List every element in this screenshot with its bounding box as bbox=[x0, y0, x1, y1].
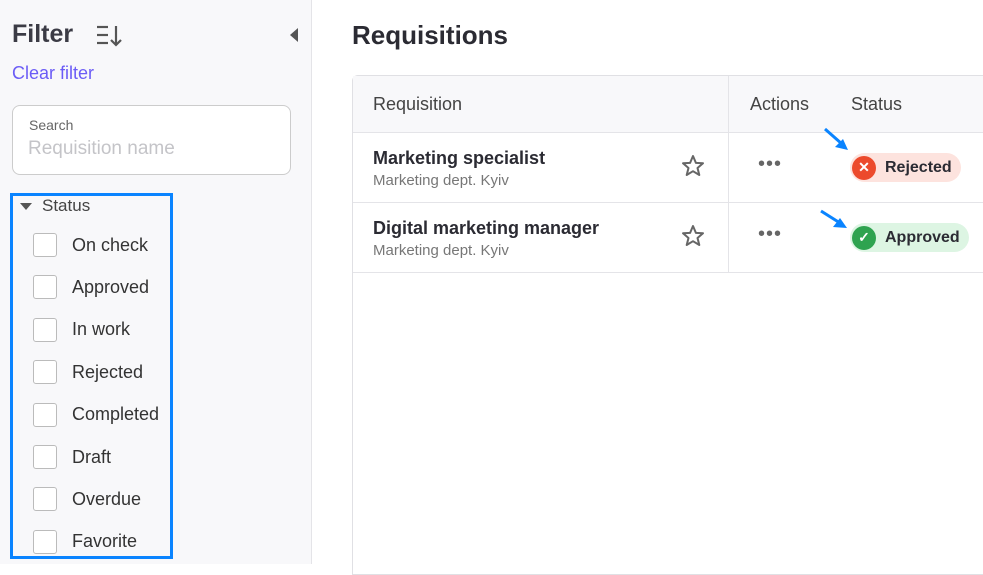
requisition-name[interactable]: Digital marketing manager bbox=[373, 218, 599, 239]
page-title: Requisitions bbox=[352, 20, 509, 50]
status-option-in-work[interactable]: In work bbox=[33, 317, 131, 342]
search-label: Search bbox=[29, 117, 74, 133]
status-text: Approved bbox=[885, 228, 960, 246]
status-option-favorite[interactable]: Favorite bbox=[33, 529, 138, 554]
clear-filter-link[interactable]: Clear filter bbox=[12, 63, 94, 84]
search-field[interactable]: Search bbox=[12, 105, 291, 175]
option-label: Favorite bbox=[72, 531, 138, 552]
status-option-rejected[interactable]: Rejected bbox=[33, 360, 144, 385]
checkbox[interactable] bbox=[33, 233, 57, 257]
status-group-toggle[interactable]: Status bbox=[20, 196, 90, 216]
search-input[interactable] bbox=[28, 138, 278, 160]
requisitions-table: Requisition Actions Status Marketing spe… bbox=[352, 75, 983, 575]
checkbox[interactable] bbox=[33, 360, 57, 385]
annotation-arrow-icon bbox=[820, 209, 847, 228]
status-option-approved[interactable]: Approved bbox=[33, 275, 150, 300]
collapse-sidebar-icon[interactable] bbox=[290, 28, 298, 42]
checkbox[interactable] bbox=[33, 402, 57, 427]
status-group-label: Status bbox=[42, 196, 91, 215]
option-label: In work bbox=[72, 319, 131, 340]
column-actions: Actions bbox=[750, 94, 810, 114]
caret-down-icon bbox=[20, 202, 32, 210]
option-label: Completed bbox=[72, 404, 160, 425]
status-text: Rejected bbox=[885, 158, 952, 176]
status-option-completed[interactable]: Completed bbox=[33, 402, 160, 427]
more-actions-icon[interactable]: ••• bbox=[758, 223, 782, 246]
checkbox[interactable] bbox=[33, 445, 57, 469]
checkbox[interactable] bbox=[33, 275, 57, 300]
option-label: Overdue bbox=[72, 488, 142, 509]
option-label: On check bbox=[72, 234, 149, 255]
status-badge: ✓ Approved bbox=[850, 223, 969, 252]
check-circle-icon: ✓ bbox=[852, 225, 876, 250]
star-icon[interactable] bbox=[681, 224, 705, 248]
more-actions-icon[interactable]: ••• bbox=[758, 153, 782, 176]
checkbox[interactable] bbox=[33, 529, 57, 554]
status-option-draft[interactable]: Draft bbox=[33, 445, 111, 469]
checkbox[interactable] bbox=[33, 317, 57, 342]
filter-sidebar: Filter Clear filter Search Status On che… bbox=[0, 0, 312, 564]
table-header: Requisition Actions Status bbox=[353, 76, 983, 133]
option-label: Draft bbox=[72, 446, 112, 467]
x-circle-icon: ✕ bbox=[852, 155, 876, 180]
status-option-on-check[interactable]: On check bbox=[33, 233, 148, 257]
checkbox[interactable] bbox=[33, 487, 57, 512]
requisition-dept: Marketing dept. Kyiv bbox=[373, 242, 509, 259]
sort-icon[interactable] bbox=[96, 24, 124, 48]
filter-title: Filter bbox=[12, 20, 74, 48]
option-label: Rejected bbox=[72, 361, 144, 382]
table-row[interactable]: Marketing specialist Marketing dept. Kyiv… bbox=[353, 133, 983, 203]
status-badge: ✕ Rejected bbox=[850, 153, 961, 182]
requisition-name[interactable]: Marketing specialist bbox=[373, 148, 545, 169]
annotation-arrow-icon bbox=[824, 127, 848, 150]
requisition-dept: Marketing dept. Kyiv bbox=[373, 172, 509, 189]
status-option-overdue[interactable]: Overdue bbox=[33, 487, 142, 512]
column-status: Status bbox=[851, 94, 903, 114]
table-row[interactable]: Digital marketing manager Marketing dept.… bbox=[353, 203, 983, 273]
column-requisition: Requisition bbox=[373, 94, 463, 114]
star-icon[interactable] bbox=[681, 154, 705, 178]
option-label: Approved bbox=[72, 276, 150, 297]
